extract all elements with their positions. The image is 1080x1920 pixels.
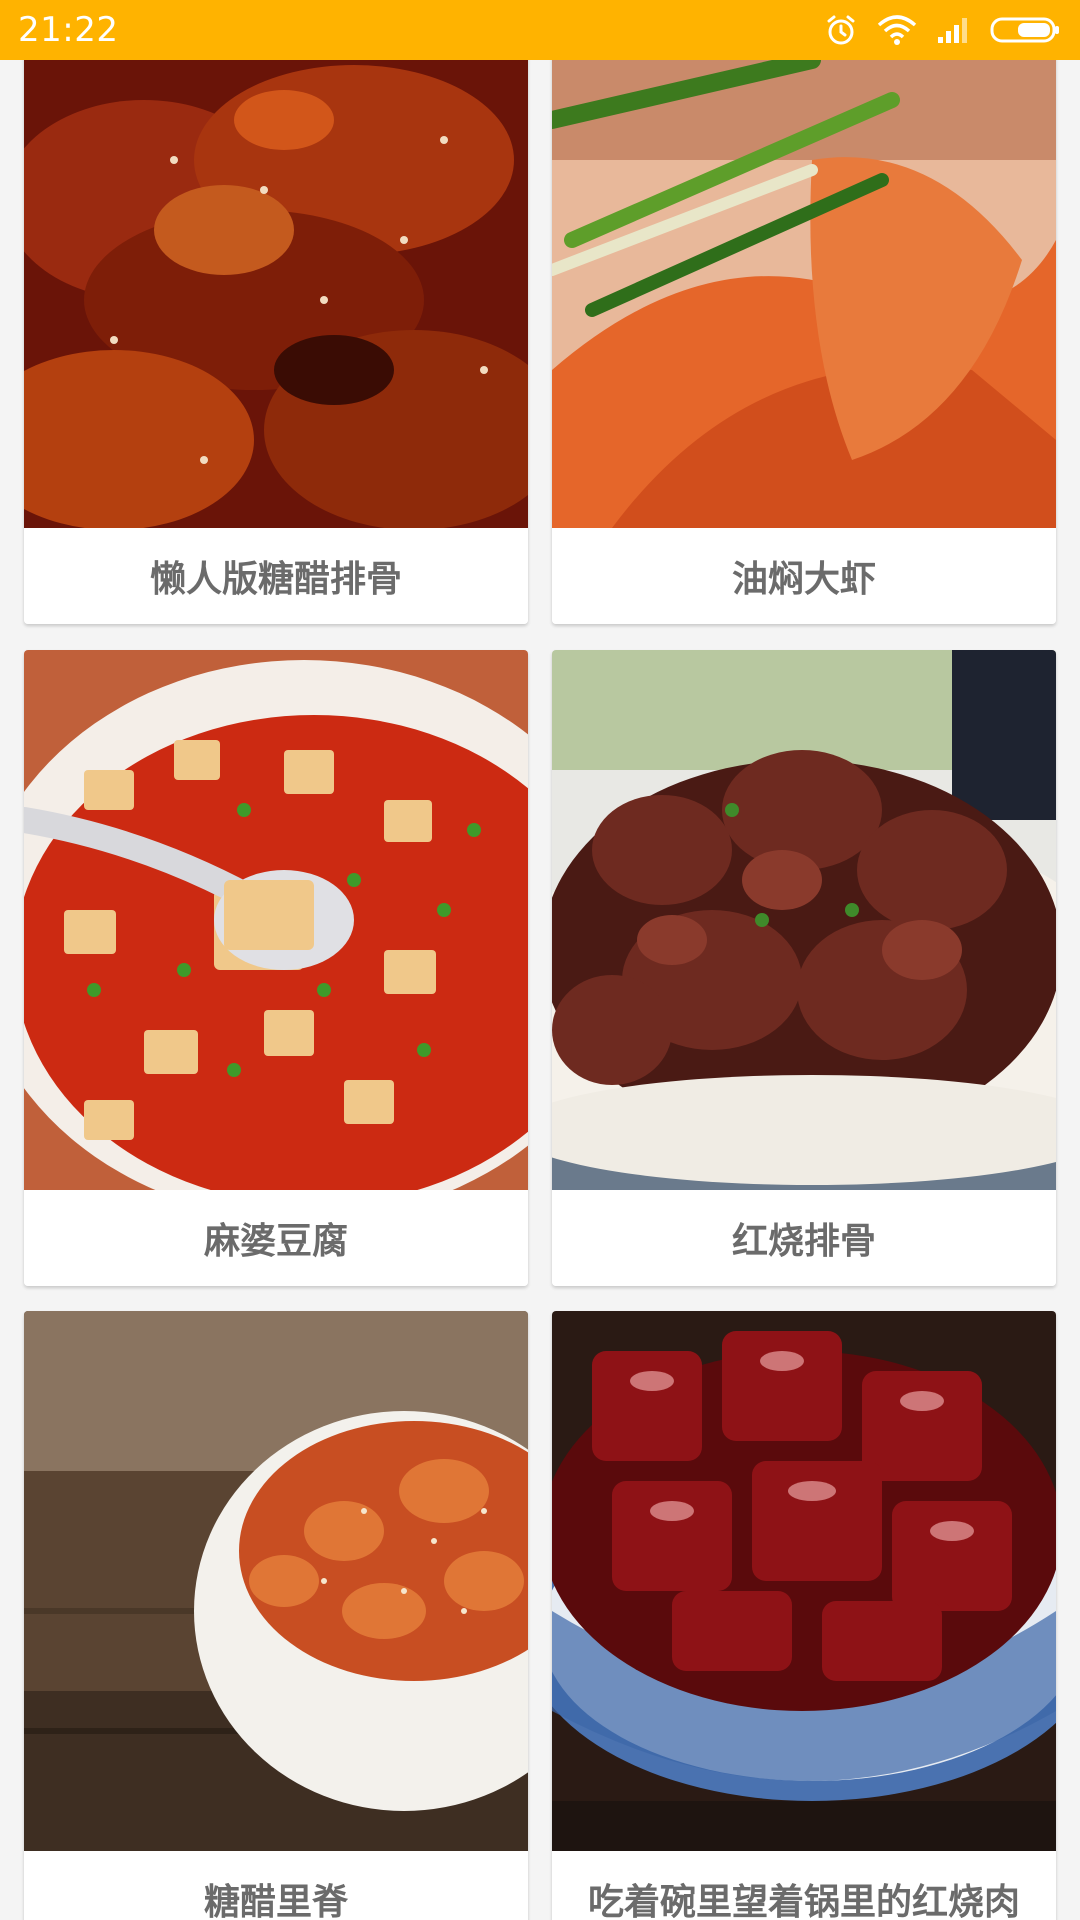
recipe-title: 红烧排骨	[552, 1190, 1056, 1286]
recipe-image	[24, 60, 528, 528]
recipe-card[interactable]: 懒人版糖醋排骨	[24, 60, 528, 624]
recipe-title: 麻婆豆腐	[24, 1190, 528, 1286]
status-bar: 21:22	[0, 0, 1080, 60]
recipe-card[interactable]: 油焖大虾	[552, 60, 1056, 624]
recipe-image	[552, 650, 1056, 1190]
recipe-image	[552, 1311, 1056, 1851]
recipe-card[interactable]: 麻婆豆腐	[24, 650, 528, 1286]
signal-icon	[936, 15, 972, 45]
status-time: 21:22	[18, 10, 119, 50]
recipe-title: 油焖大虾	[552, 528, 1056, 624]
wifi-icon	[876, 13, 918, 47]
status-icons	[824, 13, 1062, 47]
recipe-image	[24, 650, 528, 1190]
recipe-image	[552, 60, 1056, 528]
recipe-grid[interactable]: 懒人版糖醋排骨 油焖大虾 麻婆豆腐 红烧排骨 糖醋里脊 吃着碗里望着锅里的红烧肉	[0, 60, 1080, 1920]
recipe-title: 吃着碗里望着锅里的红烧肉	[552, 1851, 1056, 1920]
battery-icon	[990, 15, 1062, 45]
alarm-icon	[824, 13, 858, 47]
recipe-card[interactable]: 吃着碗里望着锅里的红烧肉	[552, 1311, 1056, 1920]
recipe-card[interactable]: 红烧排骨	[552, 650, 1056, 1286]
recipe-image	[24, 1311, 528, 1851]
recipe-title: 糖醋里脊	[24, 1851, 528, 1920]
recipe-title: 懒人版糖醋排骨	[24, 528, 528, 624]
recipe-card[interactable]: 糖醋里脊	[24, 1311, 528, 1920]
